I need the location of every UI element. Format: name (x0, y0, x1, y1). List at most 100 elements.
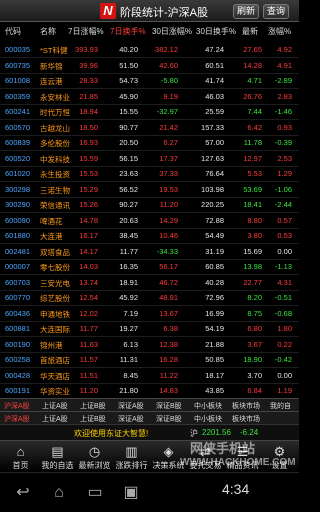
column-header-code[interactable]: 代码 (5, 26, 21, 37)
cell-30d-turnover: 60.51 (205, 60, 224, 70)
nav-label: 最新浏览 (78, 461, 111, 470)
system-nav-bar: ↩ ⌂ ▭ ▣ 4:34 (0, 472, 299, 512)
cell-change: 0.22 (277, 339, 292, 349)
nav-item-2[interactable]: ◷ 最新浏览 (78, 441, 111, 473)
cell-change: -0.68 (274, 308, 292, 318)
cell-30d-change: 17.37 (159, 153, 178, 163)
cell-change: -0.51 (274, 293, 292, 302)
tab-lower-0[interactable]: 沪深A股 (4, 414, 30, 424)
column-header-name[interactable]: 名称 (40, 26, 56, 37)
tab-upper-3[interactable]: 深证A股 (118, 401, 144, 411)
cell-30d-change: 11.22 (159, 370, 178, 380)
cell-30d-turnover: 54.49 (205, 231, 224, 240)
cell-7d-change: 14.78 (79, 215, 98, 225)
column-header-7d-change[interactable]: 7日涨幅% (68, 26, 104, 37)
nav-item-3[interactable]: ▥ 涨跌排行 (115, 441, 148, 473)
cell-7d-turnover: 90.77 (119, 122, 138, 132)
cell-30d-turnover: 43.85 (205, 386, 224, 395)
stock-code: 600190 (5, 339, 31, 349)
query-button[interactable]: 查询 (263, 4, 289, 19)
cell-change: -2.44 (274, 200, 292, 209)
cell-30d-turnover: 47.24 (205, 45, 224, 54)
column-header-30d-turnover[interactable]: 30日换手% (196, 26, 236, 37)
tab-upper-2[interactable]: 上证B股 (80, 401, 106, 411)
stock-code: 300298 (5, 184, 31, 194)
stock-table: 000035 *ST科健 393.93 40.20 382.12 47.24 27.65 4.… (0, 40, 299, 399)
cell-7d-change: 15.53 (79, 169, 98, 178)
cell-30d-turnover: 127.63 (201, 153, 224, 163)
back-icon[interactable]: ↩ (10, 483, 36, 503)
cell-change: 0.57 (277, 215, 292, 225)
cell-7d-change: 12.02 (79, 308, 98, 318)
cell-7d-turnover: 21.80 (119, 386, 138, 395)
tab-upper-4[interactable]: 深证B股 (156, 401, 182, 411)
recent-apps-icon[interactable]: ▭ (82, 483, 108, 503)
cell-7d-change: 14.17 (79, 246, 98, 256)
tab-upper-6[interactable]: 板块市场 (232, 401, 260, 411)
cell-7d-change: 393.93 (75, 45, 98, 54)
tab-upper-7[interactable]: 我的自 (270, 401, 291, 411)
cell-7d-turnover: 16.35 (119, 262, 138, 271)
nav-item-0[interactable]: ⌂ 首页 (4, 441, 37, 473)
refresh-button[interactable]: 刷新 (233, 4, 259, 19)
stock-code: 600436 (5, 308, 31, 318)
cell-30d-change: -5.80 (160, 76, 178, 85)
cell-7d-turnover: 56.52 (119, 184, 138, 194)
cell-7d-turnover: 56.15 (119, 153, 138, 163)
tab-lower-1[interactable]: 上证A股 (42, 414, 68, 424)
cell-7d-turnover: 45.90 (119, 91, 138, 101)
column-header-change[interactable]: 涨幅% (268, 26, 291, 37)
cell-7d-turnover: 45.92 (119, 293, 138, 302)
cell-change: 4.31 (277, 277, 292, 287)
cell-7d-change: 14.03 (79, 262, 98, 271)
column-header-latest[interactable]: 最新 (242, 26, 258, 37)
cell-30d-turnover: 60.85 (205, 262, 224, 271)
tab-lower-5[interactable]: 中小板块 (194, 414, 222, 424)
tab-upper-1[interactable]: 上证A股 (42, 401, 68, 411)
cell-7d-change: 18.94 (79, 107, 98, 116)
cell-7d-change: 11.20 (79, 386, 98, 395)
cell-30d-turnover: 72.96 (205, 293, 224, 302)
stock-code: 600258 (5, 355, 31, 364)
cell-7d-change: 11.63 (79, 339, 98, 349)
cell-30d-change: 14.29 (159, 215, 178, 225)
index-change: -6.24 (240, 428, 259, 437)
cell-change: -2.89 (274, 76, 292, 85)
column-header-30d-change[interactable]: 30日涨幅% (152, 26, 192, 37)
nav-label: 涨跌排行 (115, 461, 148, 470)
screenshot-icon[interactable]: ▣ (118, 483, 144, 503)
clock: 4:34 (222, 481, 250, 497)
cell-change: 1.80 (277, 324, 292, 333)
cell-7d-change: 39.96 (79, 60, 98, 70)
cell-7d-change: 15.29 (79, 184, 98, 194)
cell-7d-change: 12.54 (79, 293, 98, 302)
cell-7d-turnover: 54.73 (119, 76, 138, 85)
tab-lower-4[interactable]: 深证B股 (156, 414, 182, 424)
tab-lower-6[interactable]: 板块市场 (232, 414, 260, 424)
market-tabs-upper: 沪深A股 上证A股 上证B股 深证A股 深证B股 中小板块 板块市场 我的自 (0, 398, 299, 411)
nav-item-1[interactable]: ▤ 我的自选 (41, 441, 74, 473)
table-row[interactable]: 600191 华资实业 11.20 21.80 14.83 43.85 6.84 1.19 (0, 381, 299, 399)
cell-30d-change: 10.46 (159, 231, 178, 240)
folder-icon: ▤ (51, 444, 64, 459)
tab-upper-5[interactable]: 中小板块 (194, 401, 222, 411)
tab-upper-0[interactable]: 沪深A股 (4, 401, 30, 411)
cell-7d-turnover: 51.50 (119, 60, 138, 70)
cell-7d-change: 13.74 (79, 277, 98, 287)
tab-lower-3[interactable]: 深证A股 (118, 414, 144, 424)
column-header-7d-turnover[interactable]: 7日换手% (110, 26, 146, 37)
home-sys-icon[interactable]: ⌂ (46, 483, 72, 503)
cell-change: 2.53 (277, 153, 292, 163)
cell-7d-change: 16.93 (79, 138, 98, 147)
cell-7d-change: 11.77 (79, 324, 98, 333)
cell-30d-change: 12.38 (159, 339, 178, 349)
watermark-line1: 网侠手机站 (190, 441, 256, 456)
stock-code: 600770 (5, 293, 31, 302)
cell-30d-change: -34.33 (156, 246, 178, 256)
cell-7d-turnover: 90.27 (119, 200, 138, 209)
tab-lower-2[interactable]: 上证B股 (80, 414, 106, 424)
cell-7d-turnover: 6.13 (123, 339, 138, 349)
cell-30d-change: 9.19 (163, 91, 178, 101)
stock-code: 600090 (5, 215, 31, 225)
cell-change: -0.39 (274, 138, 292, 147)
